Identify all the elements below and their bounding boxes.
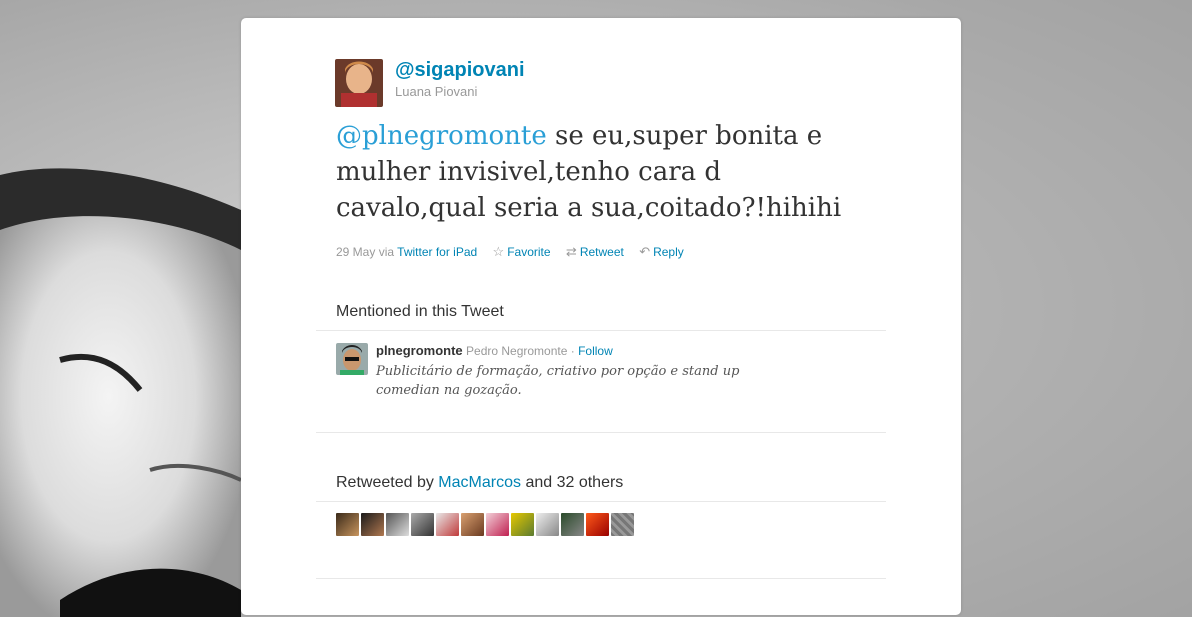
favorite-button[interactable]: ☆ Favorite [492, 244, 554, 259]
retweeter-avatar[interactable] [386, 513, 409, 536]
retweeter-avatar[interactable] [486, 513, 509, 536]
client-link[interactable]: Twitter for iPad [397, 245, 477, 259]
star-icon: ☆ [492, 244, 505, 259]
mentioned-title: Mentioned in this Tweet [336, 303, 504, 320]
user-screen-name[interactable]: @sigapiovani [395, 59, 525, 82]
retweet-label: Retweet [579, 245, 624, 259]
favorite-label: Favorite [507, 245, 551, 259]
retweet-icon: ⇄ [565, 244, 577, 259]
divider [316, 501, 886, 502]
retweeter-avatar[interactable] [561, 513, 584, 536]
tweet-date[interactable]: 29 May [336, 245, 375, 259]
retweeter-avatar[interactable] [436, 513, 459, 536]
retweeter-avatar[interactable] [511, 513, 534, 536]
retweeter-link[interactable]: MacMarcos [438, 474, 521, 491]
retweeter-avatar[interactable] [536, 513, 559, 536]
divider [316, 578, 886, 579]
retweeted-suffix: and 32 others [525, 474, 624, 491]
mentioned-bio: Publicitário de formação, criativo por o… [376, 364, 740, 398]
mentioned-full-name: Pedro Negromonte [466, 344, 568, 358]
tweet-text: @plnegromonte se eu,super bonita e mulhe… [336, 118, 876, 226]
reply-label: Reply [653, 245, 684, 259]
mentioned-user-line: plnegromonte Pedro Negromonte · Follow [376, 343, 613, 358]
retweeter-avatar[interactable] [586, 513, 609, 536]
retweeter-avatars [336, 513, 634, 536]
tweet-mention-link[interactable]: @plnegromonte [336, 121, 547, 151]
mentioned-screen-name[interactable]: plnegromonte [376, 343, 463, 358]
retweeter-avatar[interactable] [361, 513, 384, 536]
divider [316, 432, 886, 433]
retweet-button[interactable]: ⇄ Retweet [565, 244, 627, 259]
user-avatar[interactable] [335, 59, 383, 107]
retweeter-avatar[interactable] [461, 513, 484, 536]
retweeted-title: Retweeted by MacMarcos and 32 others [336, 474, 623, 492]
mentioned-user-avatar[interactable] [336, 343, 368, 375]
via-label: via [378, 245, 395, 259]
tweet-card: @sigapiovani Luana Piovani @plnegromonte… [241, 18, 961, 615]
retweeted-prefix: Retweeted by [336, 474, 434, 491]
follow-button[interactable]: Follow [578, 344, 613, 358]
divider [316, 330, 886, 331]
reply-icon: ↶ [639, 244, 651, 259]
retweeter-avatar[interactable] [411, 513, 434, 536]
separator-dot: · [570, 344, 575, 358]
retweeter-avatar[interactable] [336, 513, 359, 536]
tweet-meta: 29 May via Twitter for iPad ☆ Favorite ⇄ R… [336, 244, 684, 260]
retweeter-avatar[interactable] [611, 513, 634, 536]
reply-button[interactable]: ↶ Reply [639, 244, 684, 259]
user-full-name: Luana Piovani [395, 84, 478, 99]
